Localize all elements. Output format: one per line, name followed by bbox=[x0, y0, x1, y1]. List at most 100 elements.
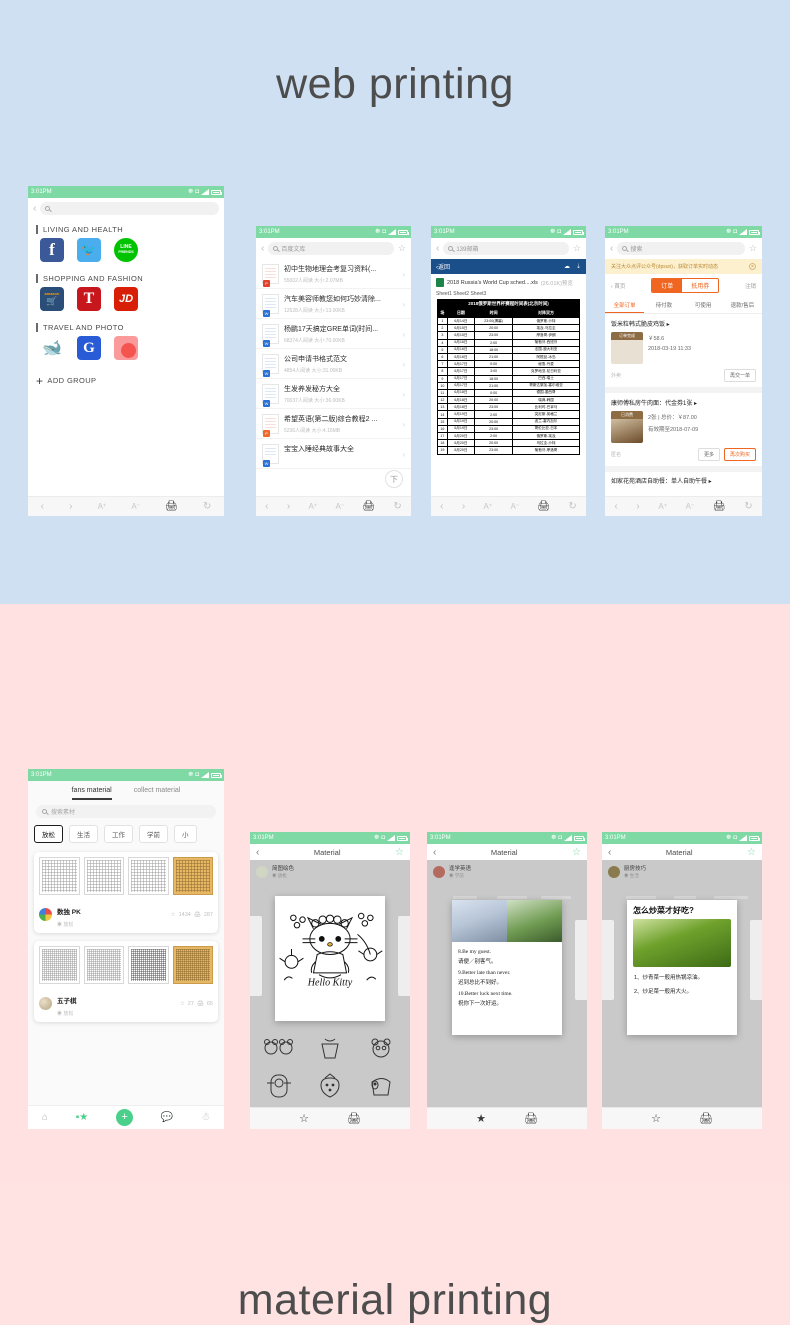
search-input[interactable]: 搜索素材 bbox=[36, 805, 216, 818]
material-page[interactable]: 怎么炒菜才好吃? 1、炒青菜一般用热锅凉油。 2、炒足菜一般用大火。 bbox=[627, 900, 737, 1035]
font-increase-button[interactable]: A⁺ bbox=[309, 502, 318, 511]
back-icon[interactable]: ‹ bbox=[608, 847, 611, 858]
tab-fans-material[interactable]: fans material bbox=[71, 787, 112, 800]
back-icon[interactable]: ‹ bbox=[610, 243, 613, 254]
download-fab-button[interactable]: 下 bbox=[385, 470, 403, 488]
tab-all-orders[interactable]: 全部订单 bbox=[605, 297, 645, 313]
url-input[interactable]: 139邮箱 bbox=[443, 242, 569, 255]
home-icon[interactable]: ⌂ bbox=[42, 1112, 48, 1123]
more-button[interactable]: 更多 bbox=[697, 448, 720, 461]
sheet-tabs[interactable]: Sheet1 Sheet2 Sheet3 bbox=[431, 291, 586, 299]
font-decrease-button[interactable]: A⁻ bbox=[510, 502, 519, 511]
favorite-icon[interactable]: ☆ bbox=[651, 1112, 661, 1125]
material-page[interactable]: Hello Kitty bbox=[275, 896, 385, 1021]
back-icon[interactable]: ‹ bbox=[436, 243, 439, 254]
prev-page-card[interactable] bbox=[250, 916, 262, 996]
font-increase-button[interactable]: A⁺ bbox=[484, 502, 493, 511]
tab-pending-payment[interactable]: 待付款 bbox=[644, 297, 683, 313]
list-item[interactable]: W 杨鹏17天搞定GRE单词(时间... 68374人阅读 大小:70.00KB… bbox=[256, 319, 411, 349]
cloud-icon[interactable]: ☁ bbox=[564, 263, 570, 270]
list-item[interactable]: P 初中生物地理会考复习资料(... 55002人阅读 大小:2.07MB › bbox=[256, 259, 411, 289]
line-friends-icon[interactable]: LINE FRIENDS bbox=[114, 238, 138, 262]
list-item[interactable]: W 汽车美容师教您如何巧妙清除... 12528人阅读 大小:13.00KB › bbox=[256, 289, 411, 319]
google-icon[interactable]: G bbox=[77, 336, 101, 360]
tmall-icon[interactable]: T bbox=[77, 287, 101, 311]
print-icon[interactable]: 🖨 bbox=[713, 501, 726, 512]
logout-link[interactable]: 注销 bbox=[745, 282, 756, 290]
font-decrease-button[interactable]: A⁻ bbox=[686, 502, 695, 511]
reload-button[interactable]: ↻ bbox=[744, 501, 752, 512]
material-icon[interactable]: ▪★ bbox=[76, 1112, 89, 1123]
author-row[interactable]: 逢学英语 ◉ 学前 bbox=[427, 860, 587, 883]
jd-icon[interactable]: JD bbox=[114, 287, 138, 311]
profile-icon[interactable]: ☃ bbox=[201, 1112, 210, 1123]
print-icon[interactable]: 🖨 bbox=[699, 1112, 713, 1125]
order-card[interactable]: 饭米粒韩式脆皮鸡饭 ▸ 订单完成 ￥58.6 2018-03-19 11:33 … bbox=[605, 314, 762, 393]
back-icon[interactable]: ‹ bbox=[256, 847, 259, 858]
facebook-icon[interactable]: f bbox=[40, 238, 64, 262]
font-decrease-button[interactable]: A⁻ bbox=[131, 502, 140, 511]
author-row[interactable]: 厨房技巧 ◉ 生活 bbox=[602, 860, 762, 883]
author-row[interactable]: 简图绘色 ◉ 放松 bbox=[250, 860, 410, 883]
download-icon[interactable]: ⇣ bbox=[576, 263, 581, 270]
print-icon[interactable]: 🖨 bbox=[347, 1112, 361, 1125]
material-card[interactable]: 五子棋 ◉ 放松 ☆ 27 🖨 65 bbox=[34, 941, 218, 1022]
chip-relax[interactable]: 放松 bbox=[34, 825, 63, 843]
bookmark-star-icon[interactable]: ☆ bbox=[573, 243, 581, 254]
nav-back-button[interactable]: ‹ bbox=[440, 501, 443, 512]
favorite-icon[interactable]: ☆ bbox=[180, 1001, 185, 1007]
print-icon[interactable]: 🖨 bbox=[165, 501, 178, 512]
list-item[interactable]: W 公司申请书格式范文 4854人阅读 大小:31.00KB › bbox=[256, 349, 411, 379]
next-page-card[interactable] bbox=[398, 916, 410, 996]
nav-back-button[interactable]: ‹ bbox=[41, 501, 44, 512]
favorite-icon[interactable]: ☆ bbox=[299, 1112, 309, 1125]
favorite-icon[interactable]: ☆ bbox=[171, 912, 176, 918]
chip-more[interactable]: 小 bbox=[174, 825, 197, 843]
favorite-icon[interactable]: ☆ bbox=[747, 847, 756, 858]
reload-button[interactable]: ↻ bbox=[393, 501, 401, 512]
url-input[interactable]: 搜索 bbox=[617, 242, 745, 255]
favorite-icon[interactable]: ☆ bbox=[395, 847, 404, 858]
thumb-panda-icon[interactable] bbox=[364, 1036, 398, 1062]
amazon-icon[interactable]: amazon 🛒 bbox=[40, 287, 64, 311]
font-increase-button[interactable]: A⁺ bbox=[98, 502, 107, 511]
thumb-pig-icon[interactable] bbox=[364, 1072, 398, 1100]
print-icon[interactable]: 🖨 bbox=[362, 501, 375, 512]
list-item[interactable]: W 宝宝入睡经典故事大全 › bbox=[256, 439, 411, 469]
segment-orders[interactable]: 订单 bbox=[652, 279, 683, 292]
add-icon[interactable]: + bbox=[116, 1109, 134, 1126]
mail-back-button[interactable]: ‹返回 bbox=[436, 262, 450, 271]
nav-forward-button[interactable]: › bbox=[287, 501, 290, 512]
nav-forward-button[interactable]: › bbox=[636, 501, 639, 512]
add-group-button[interactable]: + ADD GROUP bbox=[28, 366, 224, 395]
thumb-minion-icon[interactable] bbox=[262, 1072, 296, 1100]
list-item[interactable]: W 生发养发秘方大全 70037人阅读 大小:36.00KB › bbox=[256, 379, 411, 409]
print-icon[interactable]: 🖨 bbox=[197, 1001, 204, 1007]
nav-forward-button[interactable]: › bbox=[462, 501, 465, 512]
material-page[interactable]: 8.Be my guest. 请便／别客气。 9.Better late tha… bbox=[452, 900, 562, 1035]
back-icon[interactable]: ‹ bbox=[33, 203, 36, 214]
print-icon[interactable]: 🖨 bbox=[537, 501, 550, 512]
url-input[interactable]: 百度文库 bbox=[268, 242, 394, 255]
back-icon[interactable]: ‹ bbox=[261, 243, 264, 254]
prev-page-card[interactable] bbox=[602, 920, 614, 1000]
next-page-card[interactable] bbox=[575, 920, 587, 1000]
order-card[interactable]: 康师傅私房牛肉面：代金券1张 ▸ 已消费 2张 | 总价：￥87.00 有效期至… bbox=[605, 393, 762, 472]
segment-coupons[interactable]: 抵用券 bbox=[682, 279, 719, 292]
reorder-button[interactable]: 再交一单 bbox=[723, 369, 756, 382]
bookmark-star-icon[interactable]: ☆ bbox=[749, 243, 757, 254]
chip-preschool[interactable]: 学前 bbox=[139, 825, 168, 843]
chip-work[interactable]: 工作 bbox=[104, 825, 133, 843]
print-icon[interactable]: 🖨 bbox=[524, 1112, 538, 1125]
rebuy-button[interactable]: 再次购买 bbox=[723, 448, 756, 461]
reload-button[interactable]: ↻ bbox=[568, 501, 576, 512]
nav-back-button[interactable]: ‹ bbox=[265, 501, 268, 512]
thumb-bears-icon[interactable] bbox=[262, 1036, 296, 1062]
favorite-filled-icon[interactable]: ★ bbox=[476, 1112, 486, 1125]
home-link[interactable]: ‹ 首页 bbox=[611, 282, 625, 290]
material-card[interactable]: 数独 PK ◉ 放松 ☆ 1434 🖨 287 bbox=[34, 852, 218, 933]
reload-button[interactable]: ↻ bbox=[203, 501, 211, 512]
next-page-card[interactable] bbox=[750, 920, 762, 1000]
nav-forward-button[interactable]: › bbox=[69, 501, 72, 512]
thumb-cup-icon[interactable] bbox=[313, 1036, 347, 1062]
